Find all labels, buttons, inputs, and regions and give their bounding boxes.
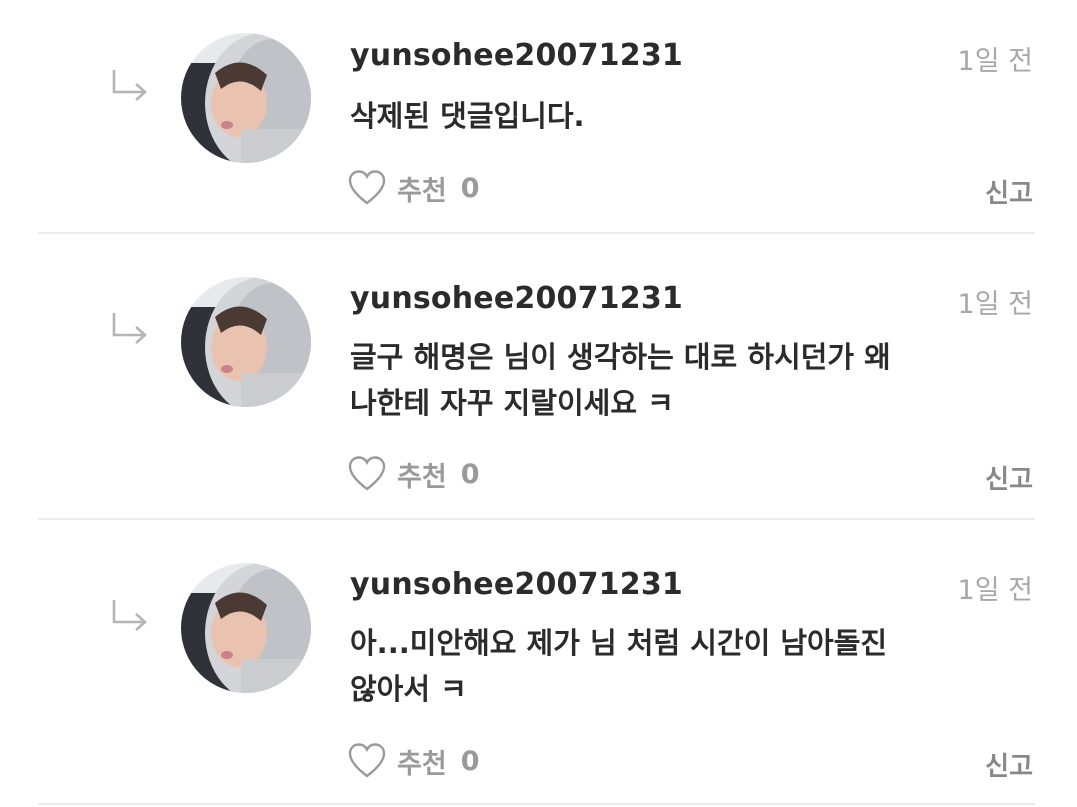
comment-text-line: 않아서 ㅋ [350,672,467,706]
comment-username[interactable]: yunsohee20071231 [350,567,683,602]
like-count: 0 [460,745,480,777]
avatar[interactable] [181,563,311,693]
like-label: 추천 [397,748,447,780]
divider [38,803,1035,805]
comment-text: 아...미안해요 제가 님 처럼 시간이 남아돌진 않아서 ㅋ [350,620,990,712]
comment-list: yunsohee20071231 1일 전 삭제된 댓글입니다. 추천 0 신고 [0,0,1077,807]
heart-icon [348,743,386,778]
like-button[interactable]: 추천 0 [347,741,479,781]
report-button[interactable]: 신고 [985,746,1033,783]
comment-time: 1일 전 [957,575,1033,606]
comment-item: yunsohee20071231 1일 전 아...미안해요 제가 님 처럼 시… [0,0,1077,807]
comment-text-line: 아...미안해요 제가 님 처럼 시간이 남아돌진 [350,626,888,660]
reply-arrow-icon [112,600,147,631]
avatar-photo [181,563,311,693]
